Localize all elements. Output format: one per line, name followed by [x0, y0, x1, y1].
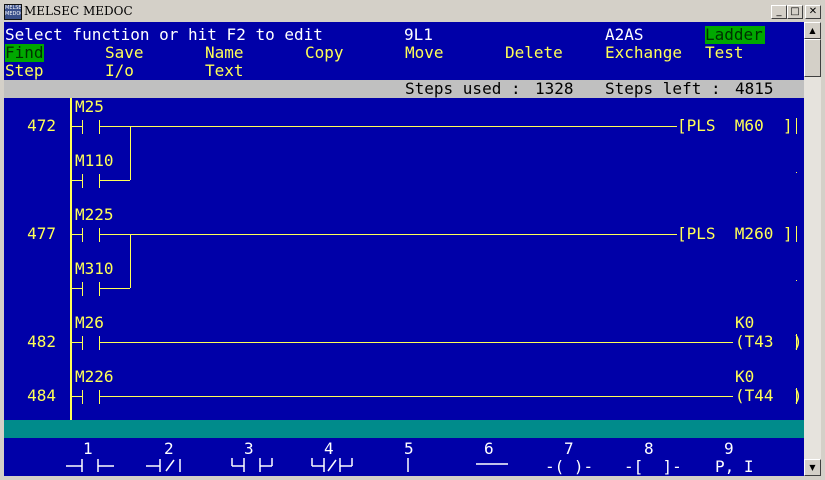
wire	[72, 342, 82, 343]
scroll-thumb[interactable]	[804, 39, 821, 77]
wire	[72, 126, 82, 127]
window-title: MELSEC MEDOC	[24, 4, 133, 18]
steps-used-value: 1328	[535, 79, 574, 98]
instruction-label: [PLS M260 ]	[677, 224, 793, 243]
contact-label: M225	[75, 205, 114, 224]
steps-left-value: 4815	[735, 79, 774, 98]
wire	[72, 180, 82, 181]
right-rail-segment	[796, 334, 797, 350]
rung-step-number: 477	[27, 224, 56, 243]
status-bar: Steps used : 1328 Steps left : 4815	[4, 80, 804, 98]
application-instruction-icon[interactable]: -[ ]-	[624, 458, 682, 476]
rung-step-number: 482	[27, 332, 56, 351]
right-rail-segment	[796, 118, 797, 134]
right-rail-segment	[796, 172, 797, 173]
menu-test[interactable]: Test	[705, 44, 744, 62]
parallel-closed-contact-icon[interactable]	[308, 454, 368, 474]
right-rail-segment	[796, 388, 797, 404]
prompt-text: Select function or hit F2 to edit	[5, 25, 323, 44]
contact-label: M226	[75, 367, 114, 386]
menu-text[interactable]: Text	[205, 62, 244, 80]
minimize-button[interactable]: _	[771, 5, 787, 19]
menu-name[interactable]: Name	[205, 44, 244, 62]
pointer-label-icon[interactable]: P, I	[715, 458, 754, 476]
contact-open-icon	[99, 228, 100, 242]
steps-used-label: Steps used :	[405, 79, 531, 98]
contact-open-icon	[99, 336, 100, 350]
cpu-type: A2AS	[605, 25, 644, 44]
parallel-open-contact-icon[interactable]	[228, 454, 288, 474]
wire	[99, 342, 733, 343]
normally-open-contact-icon[interactable]	[62, 454, 122, 474]
contact-open-icon	[82, 282, 83, 296]
rung-step-number: 484	[27, 386, 56, 405]
timer-coil: (T43 )	[735, 332, 803, 351]
app-icon[interactable]: MELSEC MEDOC	[4, 4, 22, 20]
steps-left-label: Steps left :	[605, 79, 731, 98]
ladder-editor-screen[interactable]: Select function or hit F2 to edit 9L1 A2…	[4, 22, 804, 476]
normally-closed-contact-icon[interactable]	[144, 454, 204, 474]
timer-coil: (T44 )	[735, 386, 803, 405]
contact-open-icon	[82, 390, 83, 404]
fkey-9-label[interactable]: 9	[724, 440, 734, 458]
menu-find[interactable]: Find	[5, 44, 44, 62]
rung-step-number: 472	[27, 116, 56, 135]
wire	[99, 126, 677, 127]
message-bar	[4, 420, 804, 438]
fkey-8-label[interactable]: 8	[644, 440, 654, 458]
menu-step[interactable]: Step	[5, 62, 44, 80]
contact-open-icon	[82, 174, 83, 188]
right-rail-segment	[796, 226, 797, 242]
contact-label: M26	[75, 313, 104, 332]
wire	[99, 234, 677, 235]
timer-constant: K0	[735, 313, 755, 332]
wire	[72, 234, 82, 235]
output-coil-icon[interactable]: -( )-	[545, 458, 593, 476]
wire	[72, 396, 82, 397]
scroll-up-icon[interactable]: ▲	[804, 22, 821, 39]
menu-delete[interactable]: Delete	[505, 44, 563, 62]
branch-line	[130, 234, 131, 288]
contact-open-icon	[82, 336, 83, 350]
contact-label: M110	[75, 151, 114, 170]
contact-open-icon	[99, 174, 100, 188]
branch-line	[130, 126, 131, 180]
menu-exchange[interactable]: Exchange	[605, 44, 682, 62]
menu-save[interactable]: Save	[105, 44, 144, 62]
menu-io[interactable]: I/o	[105, 62, 134, 80]
scroll-down-icon[interactable]: ▼	[804, 459, 821, 476]
window-title-bar[interactable]: MELSEC MEDOC MELSEC MEDOC _ □ ✕	[0, 0, 825, 22]
contact-label: M310	[75, 259, 114, 278]
vertical-line-icon[interactable]	[400, 454, 420, 474]
menu-copy[interactable]: Copy	[305, 44, 344, 62]
left-power-rail	[70, 98, 72, 420]
program-name: 9L1	[404, 25, 433, 44]
contact-open-icon	[99, 390, 100, 404]
maximize-button[interactable]: □	[787, 5, 803, 19]
wire	[99, 288, 130, 289]
instruction-label: [PLS M60 ]	[677, 116, 793, 135]
contact-open-icon	[99, 120, 100, 134]
contact-open-icon	[82, 120, 83, 134]
contact-label: M25	[75, 97, 104, 116]
fkey-7-label[interactable]: 7	[564, 440, 574, 458]
wire	[72, 288, 82, 289]
mode-indicator: Ladder	[705, 26, 765, 44]
close-button[interactable]: ✕	[805, 5, 821, 19]
menu-move[interactable]: Move	[405, 44, 444, 62]
vertical-scrollbar[interactable]: ▲ ▼	[804, 22, 821, 476]
contact-open-icon	[82, 228, 83, 242]
contact-open-icon	[99, 282, 100, 296]
horizontal-line-icon[interactable]	[474, 454, 514, 474]
right-rail-segment	[796, 280, 797, 281]
timer-constant: K0	[735, 367, 755, 386]
wire	[99, 180, 130, 181]
wire	[99, 396, 733, 397]
